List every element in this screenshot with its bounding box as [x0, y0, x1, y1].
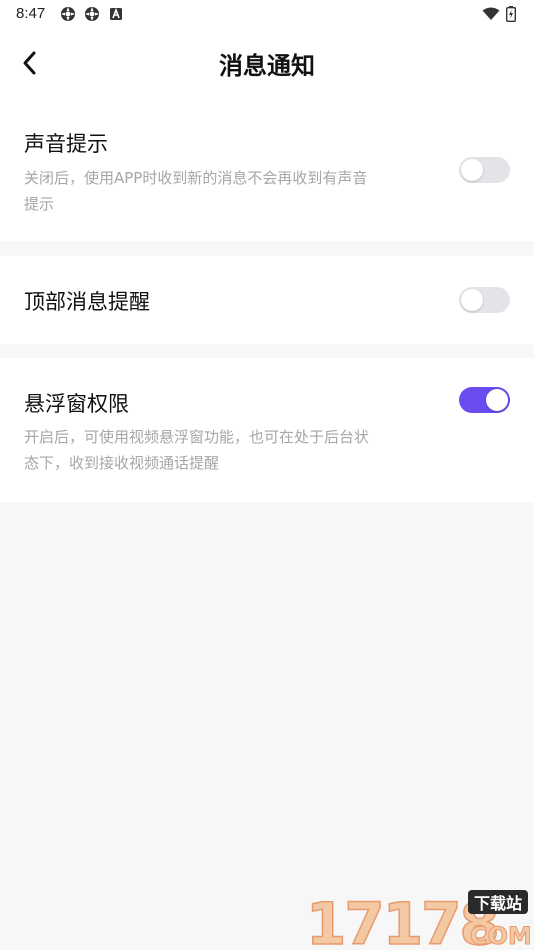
- setting-sound-hint: 声音提示 关闭后，使用APP时收到新的消息不会再收到有声音 提示: [0, 98, 534, 241]
- setting-title: 顶部消息提醒: [24, 290, 150, 314]
- status-bar: 8:47: [0, 0, 534, 28]
- setting-title: 悬浮窗权限: [24, 392, 129, 416]
- a-letter-icon: [110, 7, 122, 20]
- status-time: 8:47: [16, 5, 46, 22]
- watermark-domain: COM: [470, 922, 530, 948]
- setting-description-line: 关闭后，使用APP时收到新的消息不会再收到有声音: [24, 169, 368, 187]
- setting-title: 声音提示: [24, 132, 108, 156]
- toggle-knob: [461, 289, 483, 311]
- gear-notification-icon: [61, 7, 75, 21]
- setting-description-line: 态下，收到接收视频通话提醒: [24, 454, 220, 472]
- page-title: 消息通知: [219, 52, 315, 80]
- top-message-alert-toggle[interactable]: [459, 287, 510, 313]
- setting-description: 关闭后，使用APP时收到新的消息不会再收到有声音 提示: [24, 165, 424, 217]
- app-header: 消息通知: [0, 28, 534, 98]
- watermark-tag: 下载站: [474, 894, 522, 913]
- status-icons-left: [60, 6, 124, 22]
- sound-hint-toggle[interactable]: [459, 157, 510, 183]
- notification-settings-page: 8:47 消息通知 声音提示 关闭后，使用APP时收到新的消息不会再收到有声音 …: [0, 0, 534, 950]
- site-watermark-logo: 17178 下载站 COM: [305, 889, 530, 948]
- setting-description-line: 开启后，可使用视频悬浮窗功能，也可在处于后台状: [24, 428, 370, 446]
- wifi-icon: [482, 7, 500, 20]
- setting-description-line: 提示: [24, 195, 55, 213]
- toggle-knob: [461, 159, 483, 181]
- gear-notification-icon: [85, 7, 99, 21]
- setting-description: 开启后，可使用视频悬浮窗功能，也可在处于后台状 态下，收到接收视频通话提醒: [24, 424, 424, 476]
- status-icons-right: [482, 6, 516, 22]
- floating-window-toggle[interactable]: [459, 387, 510, 413]
- toggle-knob: [486, 389, 508, 411]
- setting-floating-window-permission: 悬浮窗权限 开启后，可使用视频悬浮窗功能，也可在处于后台状 态下，收到接收视频通…: [0, 358, 534, 502]
- battery-icon: [506, 6, 516, 22]
- setting-top-message-alert: 顶部消息提醒: [0, 256, 534, 344]
